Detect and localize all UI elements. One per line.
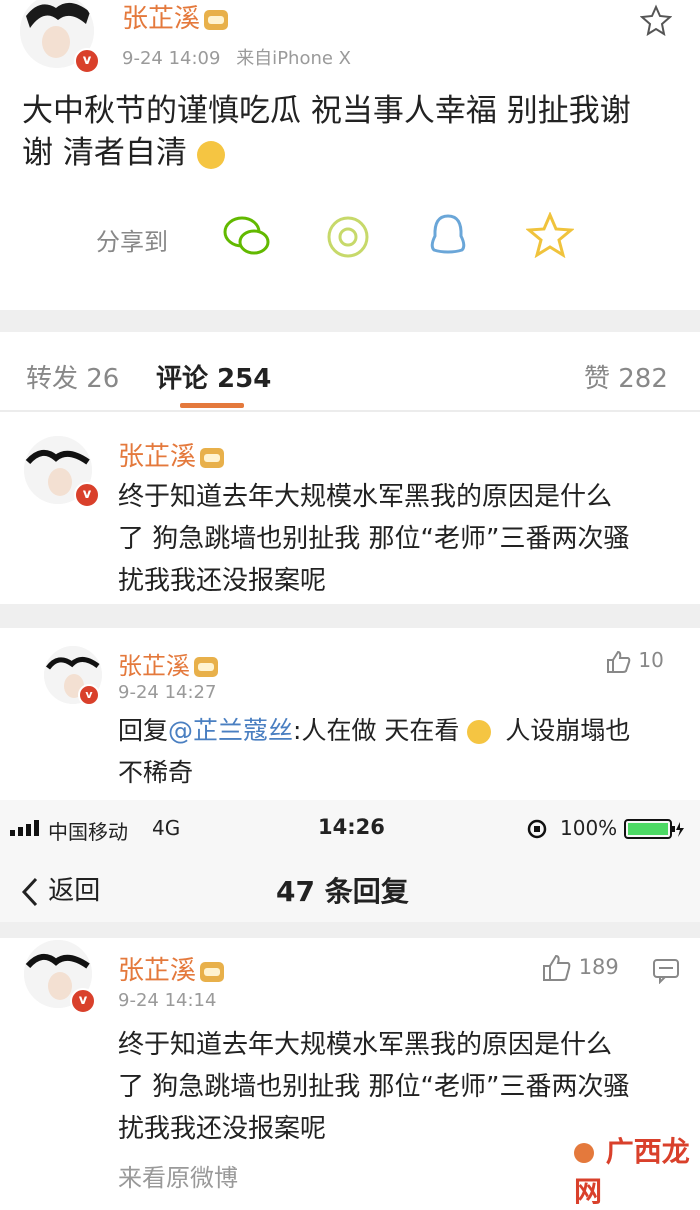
post-text-line1: 大中秋节的谨慎吃瓜 祝当事人幸福 别扯我谢	[22, 93, 631, 129]
carrier-name: 中国移动	[48, 820, 128, 844]
vip-crown-icon	[194, 657, 218, 677]
vip-crown-icon	[200, 961, 225, 982]
tab-like[interactable]: 赞 282	[584, 358, 668, 395]
comment1-line3: 扰我我还没报案呢	[118, 566, 327, 596]
smile-emoji-icon	[467, 720, 492, 744]
watermark-logo-icon	[574, 1143, 594, 1163]
comment-separator	[0, 604, 700, 628]
smile-emoji-icon	[196, 140, 225, 169]
comment1-text: 终于知道去年大规模水军黑我的原因是什么 了 狗急跳墙也别扯我 那位“老师”三番两…	[118, 476, 688, 602]
wechat-icon[interactable]	[222, 214, 272, 262]
chevron-left-icon	[21, 877, 38, 906]
reply1-text: 回复@芷兰蔻丝:人在做 天在看 人设崩塌也 不稀奇	[118, 710, 688, 794]
section-separator	[0, 310, 700, 332]
verified-badge-icon: v	[78, 684, 100, 706]
post-meta: 9-24 14:09 来自iPhone X	[122, 44, 351, 70]
post-source: 来自iPhone X	[236, 48, 351, 69]
signal-icon	[10, 820, 46, 840]
nav-title: 47 条回复	[276, 875, 409, 908]
reply1-line1: 回复@芷兰蔻丝:人在做 天在看 人设崩塌也	[118, 716, 631, 745]
comment1-line1: 终于知道去年大规模水军黑我的原因是什么	[118, 482, 613, 512]
vip-crown-icon	[200, 447, 225, 468]
moments-icon[interactable]	[325, 214, 371, 264]
status-bar: 中国移动 4G 14:26 100%	[0, 800, 700, 856]
nav-bar: 返回 47 条回复	[0, 856, 700, 922]
post-text: 大中秋节的谨慎吃瓜 祝当事人幸福 别扯我谢 谢 清者自清	[22, 90, 682, 174]
vip-crown-icon	[204, 9, 229, 30]
reply1-time: 9-24 14:27	[118, 682, 217, 703]
reply1-like-count: 10	[638, 648, 664, 672]
tabs-divider	[0, 410, 700, 412]
comment2-partial-line: 来看原微博	[118, 1164, 238, 1192]
back-button[interactable]: 返回	[20, 870, 100, 908]
orientation-lock-icon	[526, 818, 548, 844]
verified-badge-icon: v	[74, 482, 100, 508]
thumbs-up-icon	[607, 650, 631, 673]
reply1-mention-link[interactable]: @芷兰蔻丝	[168, 716, 293, 745]
qq-icon[interactable]	[428, 212, 468, 264]
network-type: 4G	[152, 816, 181, 840]
comment2-like-count: 189	[578, 955, 619, 979]
share-label: 分享到	[96, 228, 168, 256]
battery-icon	[624, 818, 686, 844]
reply1-like-button[interactable]: 10	[606, 648, 664, 674]
post-card: v 张芷溪 9-24 14:09 来自iPhone X 大中秋节的谨慎吃瓜 祝当…	[0, 0, 700, 310]
comment1-line2: 了 狗急跳墙也别扯我 那位“老师”三番两次骚	[118, 524, 630, 554]
favorite-star-icon[interactable]	[639, 4, 673, 40]
comment2-author-name[interactable]: 张芷溪	[118, 950, 225, 987]
post-author-name[interactable]: 张芷溪	[122, 0, 229, 35]
comment2-reply-icon[interactable]	[652, 958, 680, 988]
back-label: 返回	[48, 876, 101, 906]
tab-active-underline	[180, 403, 244, 408]
qzone-icon[interactable]	[525, 211, 575, 262]
verified-badge-icon: v	[70, 988, 96, 1014]
thumbs-up-icon	[543, 954, 571, 981]
comment2-time: 9-24 14:14	[118, 990, 217, 1011]
comment2-like-button[interactable]: 189	[542, 954, 619, 982]
nav-separator	[0, 922, 700, 938]
comment2-line1: 终于知道去年大规模水军黑我的原因是什么	[118, 1030, 613, 1060]
watermark: 广西龙网	[574, 1135, 690, 1208]
reply1-author-name[interactable]: 张芷溪	[118, 646, 218, 681]
battery-percent: 100%	[560, 816, 618, 840]
tab-repost[interactable]: 转发 26	[26, 358, 119, 395]
tab-comment[interactable]: 评论 254	[156, 358, 271, 395]
comment2-line2: 了 狗急跳墙也别扯我 那位“老师”三番两次骚	[118, 1072, 630, 1102]
post-time: 9-24 14:09	[122, 48, 221, 69]
status-time: 14:26	[318, 815, 385, 839]
verified-badge-icon: v	[74, 48, 100, 74]
post-text-line2: 谢 清者自清	[22, 132, 682, 174]
reply1-line2: 不稀奇	[118, 758, 194, 787]
comment1-author-name[interactable]: 张芷溪	[118, 436, 225, 473]
